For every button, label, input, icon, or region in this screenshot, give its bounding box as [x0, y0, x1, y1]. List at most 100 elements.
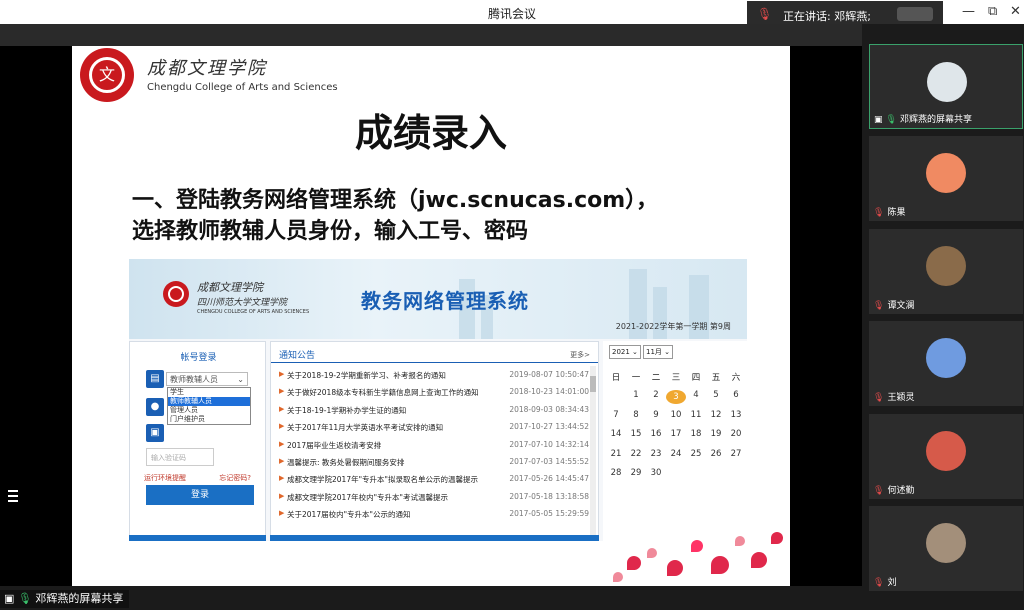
calendar-day[interactable]: 7 [606, 410, 626, 420]
calendar-day[interactable]: 1 [626, 390, 646, 400]
calendar-day[interactable]: 12 [706, 410, 726, 420]
news-item-title[interactable]: 关于2018-19-2学期重新学习、补考报名的通知 [287, 370, 507, 381]
role-select[interactable]: 教师教辅人员 ⌄ [166, 372, 248, 386]
slide-text-line-1: 一、登陆教务网络管理系统（jwc.scnucas.com）， [132, 188, 659, 213]
menu-icon[interactable] [6, 489, 20, 503]
news-item[interactable]: ▶ 关于做好2018级本专科新生学籍信息网上查询工作的通知 2018-10-23 1… [279, 387, 589, 401]
calendar-day[interactable]: 27 [726, 449, 746, 459]
news-item[interactable]: ▶ 温馨提示: 教务处暑假期间服务安排 2017-07-03 14:55:52 [279, 457, 589, 471]
speaking-label: 正在讲话: 邓辉燕; [783, 10, 871, 23]
role-option[interactable]: 门户维护员 [168, 415, 250, 424]
news-item[interactable]: ▶ 2017届毕业生返校清考安排 2017-07-10 14:32:14 [279, 440, 589, 454]
role-select-value: 教师教辅人员 [170, 375, 218, 384]
participant-name: 王颖灵 [887, 393, 915, 404]
role-option[interactable]: 学生 [168, 388, 250, 397]
month-select[interactable]: 11月 ⌄ [643, 345, 674, 359]
speaker-thumbnail [897, 7, 933, 21]
calendar-day[interactable]: 26 [706, 449, 726, 459]
calendar-day[interactable]: 25 [686, 449, 706, 459]
calendar-day[interactable]: 10 [666, 410, 686, 420]
user-icon: ● [146, 398, 164, 416]
participant-tile[interactable]: 🎙 刘 [869, 506, 1023, 591]
close-button[interactable]: ✕ [1010, 4, 1021, 19]
calendar-day[interactable]: 14 [606, 429, 626, 439]
year-value: 2021 [612, 348, 630, 356]
news-item-title[interactable]: 温馨提示: 教务处暑假期间服务安排 [287, 457, 507, 468]
portal-logo-en: CHENGDU COLLEGE OF ARTS AND SCIENCES [197, 309, 310, 315]
news-item-date: 2017-07-03 14:55:52 [509, 457, 589, 466]
restore-button[interactable]: ⧉ [988, 4, 997, 19]
participant-name-label: 🎙 陈果 [873, 205, 905, 218]
participant-tile[interactable]: ▣ 🎙 邓辉燕的屏幕共享 [869, 44, 1023, 129]
calendar-day[interactable]: 23 [646, 449, 666, 459]
calendar-day[interactable]: 20 [726, 429, 746, 439]
calendar-day[interactable]: 28 [606, 468, 626, 478]
college-name-en: Chengdu College of Arts and Sciences [147, 82, 338, 93]
portal-logo-icon [163, 281, 189, 307]
news-item-title[interactable]: 成都文理学院2017年"专升本"拟录取名单公示的温馨提示 [287, 474, 507, 485]
chevron-down-icon: ⌄ [237, 375, 244, 384]
participant-tile[interactable]: 🎙 王颖灵 [869, 321, 1023, 407]
participant-tile[interactable]: 🎙 陈果 [869, 136, 1023, 222]
news-more-link[interactable]: 更多> [570, 350, 590, 360]
news-item-title[interactable]: 2017届毕业生返校清考安排 [287, 440, 507, 451]
role-option[interactable]: 管理人员 [168, 406, 250, 415]
news-item-date: 2017-10-27 13:44:52 [509, 422, 589, 432]
avatar [926, 338, 966, 379]
role-option[interactable]: 教师教辅人员 [168, 397, 250, 406]
calendar-today[interactable]: 3 [666, 390, 686, 404]
year-select[interactable]: 2021 ⌄ [609, 345, 641, 359]
news-item[interactable]: ▶ 成都文理学院2017年校内"专升本"考试温馨提示 2017-05-18 13:1… [279, 492, 589, 506]
participant-tile[interactable]: 🎙 何述勤 [869, 413, 1023, 499]
calendar-day[interactable]: 4 [686, 390, 706, 400]
news-scrollbar[interactable] [590, 366, 596, 538]
muted-mic-icon: 🎙 [873, 300, 885, 311]
news-item-date: 2018-10-23 14:01:00 [509, 387, 589, 397]
calendar-day[interactable]: 16 [646, 429, 666, 439]
forgot-password-link[interactable]: 忘记密码? [219, 473, 251, 483]
news-item[interactable]: ▶ 关于2017届校内"专升本"公示的通知 2017-05-05 15:29:59 [279, 509, 589, 523]
calendar-day[interactable]: 24 [666, 449, 686, 459]
calendar-day[interactable]: 5 [706, 390, 726, 400]
calendar-day[interactable]: 11 [686, 410, 706, 420]
env-reminder-link[interactable]: 运行环境提醒 [144, 473, 186, 483]
calendar-day[interactable]: 18 [686, 429, 706, 439]
news-item-title[interactable]: 关于做好2018级本专科新生学籍信息网上查询工作的通知 [287, 387, 507, 398]
news-item-date: 2018-09-03 08:34:43 [509, 404, 589, 414]
login-button[interactable]: 登录 [146, 485, 254, 505]
calendar-day[interactable]: 21 [606, 449, 626, 459]
role-dropdown: 学生 教师教辅人员 管理人员 门户维护员 [167, 387, 251, 425]
calendar-day[interactable]: 30 [646, 468, 666, 478]
news-item[interactable]: ▶ 关于2018-19-2学期重新学习、补考报名的通知 2019-08-07 10:… [279, 370, 589, 384]
calendar-day[interactable]: 2 [646, 390, 666, 400]
calendar-day[interactable]: 8 [626, 410, 646, 420]
news-item-title[interactable]: 关于2017届校内"专升本"公示的通知 [287, 509, 507, 520]
calendar-weekday: 三 [671, 373, 681, 383]
calendar-day[interactable]: 13 [726, 410, 746, 420]
calendar-day[interactable]: 15 [626, 429, 646, 439]
news-item-title[interactable]: 关于18-19-1学期补办学生证的通知 [287, 405, 507, 416]
news-item[interactable]: ▶ 成都文理学院2017年"专升本"拟录取名单公示的温馨提示 2017-05-26 … [279, 474, 589, 488]
calendar-weekday: 二 [651, 373, 661, 383]
news-item-title[interactable]: 关于2017年11月大学英语水平考试安排的通知 [287, 422, 507, 433]
calendar-weekday: 五 [711, 373, 721, 383]
captcha-input[interactable]: 输入验证码 [146, 448, 214, 466]
muted-mic-icon: 🎙 [873, 208, 885, 219]
news-item[interactable]: ▶ 关于2017年11月大学英语水平考试安排的通知 2017-10-27 13:44… [279, 422, 589, 436]
minimize-button[interactable]: — [962, 4, 975, 19]
participant-name-label: 🎙 何述勤 [873, 483, 914, 496]
calendar-day[interactable]: 22 [626, 449, 646, 459]
participant-name: 何述勤 [887, 485, 915, 496]
participant-tile[interactable]: 🎙 谭文澜 [869, 228, 1023, 314]
calendar-day[interactable]: 19 [706, 429, 726, 439]
news-item[interactable]: ▶ 关于18-19-1学期补办学生证的通知 2018-09-03 08:34:43 [279, 405, 589, 419]
calendar-day[interactable]: 29 [626, 468, 646, 478]
news-item-title[interactable]: 成都文理学院2017年校内"专升本"考试温馨提示 [287, 492, 507, 503]
news-title: 通知公告 [279, 351, 316, 361]
calendar: 2021 ⌄ 11月 ⌄ 日一二三四五六 1 2 3 4 5 6 7 8 9 10 11 12 13 14 1… [603, 341, 747, 541]
calendar-day[interactable]: 6 [726, 390, 746, 400]
calendar-day[interactable]: 17 [666, 429, 686, 439]
calendar-day[interactable]: 9 [646, 410, 666, 420]
bullet-icon: ▶ [279, 457, 285, 465]
participant-name: 陈果 [887, 208, 906, 219]
